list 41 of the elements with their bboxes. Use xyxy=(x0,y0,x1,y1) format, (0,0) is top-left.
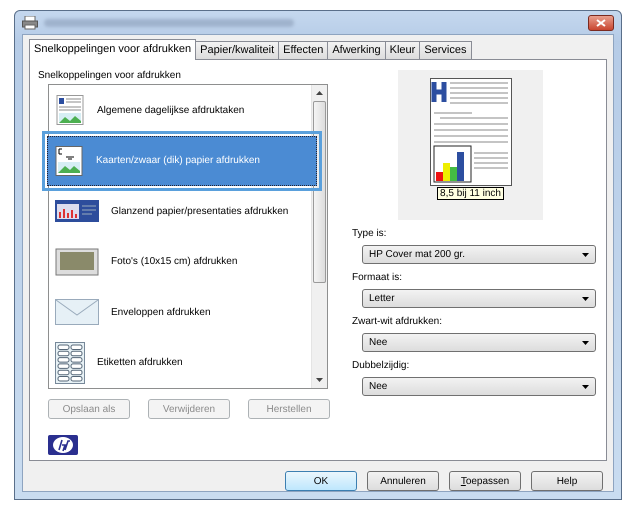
dialog-button[interactable]: Annuleren xyxy=(367,471,439,491)
tab[interactable]: Kleur xyxy=(384,41,420,59)
tab[interactable]: Papier/kwaliteit xyxy=(195,41,280,59)
shortcut-item[interactable]: Glanzend papier/presentaties afdrukken xyxy=(49,186,311,236)
shortcut-item[interactable]: Etiketten afdrukken xyxy=(49,338,311,388)
shortcut-item[interactable]: Foto's (10x15 cm) afdrukken xyxy=(49,236,311,287)
tab[interactable]: Afwerking xyxy=(327,41,386,59)
document-icon xyxy=(55,95,85,126)
close-button[interactable] xyxy=(588,14,614,30)
setting-label: Type is: xyxy=(352,228,388,239)
setting-dropdown[interactable]: Letter xyxy=(362,289,596,308)
shortcut-item[interactable]: Algemene dagelijkse afdruktaken xyxy=(49,85,311,136)
scroll-up-icon[interactable] xyxy=(316,91,323,95)
dialog-button[interactable]: OK xyxy=(285,471,357,491)
setting-dropdown[interactable]: Nee xyxy=(362,333,596,352)
setting-label: Formaat is: xyxy=(352,272,404,283)
caret-icon xyxy=(582,296,589,300)
presentation-icon xyxy=(55,200,99,222)
printer-icon xyxy=(22,16,38,30)
setting-dropdown[interactable]: Nee xyxy=(362,377,596,396)
tab[interactable]: Snelkoppelingen voor afdrukken xyxy=(29,39,196,60)
list-label: Snelkoppelingen voor afdrukken xyxy=(38,70,182,81)
envelope-icon xyxy=(55,299,99,326)
tab[interactable]: Effecten xyxy=(278,41,328,59)
caret-icon xyxy=(582,384,589,388)
close-icon xyxy=(596,18,606,26)
setting-label: Dubbelzijdig: xyxy=(352,360,410,371)
tab[interactable]: Services xyxy=(419,41,472,59)
caret-icon xyxy=(582,252,589,256)
card-icon xyxy=(54,146,84,176)
logo-icon xyxy=(48,435,78,455)
scroll-down-icon[interactable] xyxy=(316,378,323,382)
caret-icon xyxy=(582,340,589,344)
shortcut-item[interactable]: Enveloppen afdrukken xyxy=(49,287,311,338)
labels-icon xyxy=(55,342,85,384)
dialog-button[interactable]: Toepassen xyxy=(449,471,521,491)
setting-label: Zwart-wit afdrukken: xyxy=(352,316,444,327)
paper-size-tag: 8,5 bij 11 inch xyxy=(437,187,504,200)
photo-icon xyxy=(55,248,99,276)
dialog-button[interactable]: Help xyxy=(531,471,603,491)
setting-dropdown[interactable]: HP Cover mat 200 gr. xyxy=(362,245,596,264)
